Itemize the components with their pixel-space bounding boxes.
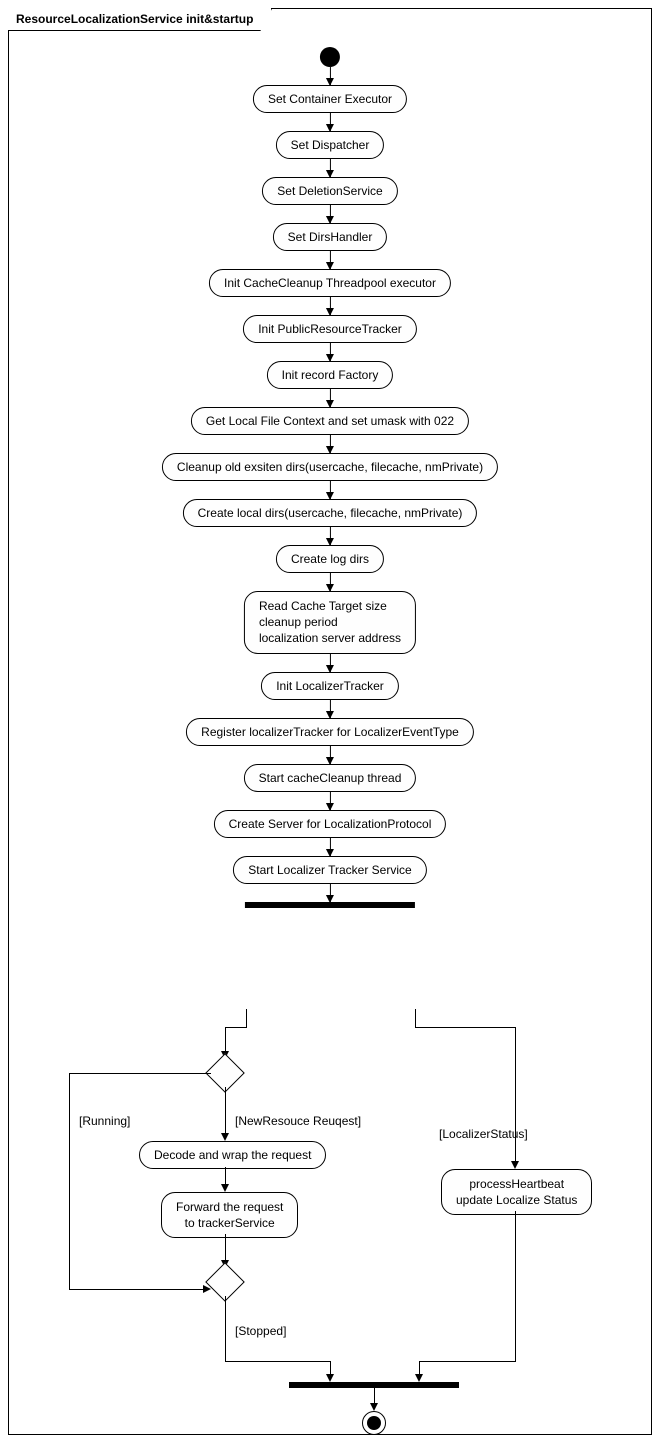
guard-localizer-status: [LocalizerStatus] [439,1127,528,1141]
arrowhead-icon [221,1133,229,1141]
flow-arrow [330,481,331,499]
flow-arrow [330,838,331,856]
flow-line [225,1027,226,1052]
flow-line [225,1234,226,1261]
flow-line [225,1087,226,1134]
flow-arrow [330,159,331,177]
activity-cleanup-old-dirs: Cleanup old exsiten dirs(usercache, file… [162,453,498,481]
flow-line [246,1009,247,1027]
flow-arrow [330,746,331,764]
flow-line [225,1296,226,1361]
flow-arrow [330,435,331,453]
flow-arrow [330,113,331,131]
decision-node [211,1059,239,1087]
flow-arrow [330,700,331,718]
activity-create-log-dirs: Create log dirs [276,545,384,573]
frame-title: ResourceLocalizationService init&startup [8,8,272,31]
flow-arrow [330,527,331,545]
activity-init-localizer-tracker: Init LocalizerTracker [261,672,399,700]
final-node [362,1411,386,1435]
flow-line [515,1027,516,1162]
guard-stopped: [Stopped] [235,1324,286,1338]
flow-line [419,1361,516,1362]
activity-decode-request: Decode and wrap the request [139,1141,326,1169]
initial-node [320,47,340,67]
flow-line [374,1388,375,1404]
activity-get-local-file-context: Get Local File Context and set umask wit… [191,407,469,435]
flow-arrow [330,654,331,672]
arrowhead-icon [221,1184,229,1192]
flow-line [330,1361,331,1375]
activity-forward-request: Forward the request to trackerService [161,1192,298,1238]
activity-set-container-executor: Set Container Executor [253,85,407,113]
flow-arrow [330,389,331,407]
flow-line [69,1073,70,1289]
activity-set-dispatcher: Set Dispatcher [276,131,385,159]
flow-arrow [330,205,331,223]
flow-line [225,1167,226,1185]
arrowhead-icon [203,1285,211,1293]
flow-arrow [330,792,331,810]
activity-start-localizer-tracker-service: Start Localizer Tracker Service [233,856,426,884]
flow-arrow [330,884,331,902]
arrowhead-icon [370,1403,378,1411]
flow-arrow [330,297,331,315]
flow-line [415,1009,416,1027]
flow-arrow [330,343,331,361]
activity-read-cache-config: Read Cache Target size cleanup period lo… [244,591,416,654]
flow-arrow [330,251,331,269]
activity-process-heartbeat: processHeartbeat update Localize Status [441,1169,592,1215]
activity-start-cache-cleanup-thread: Start cacheCleanup thread [244,764,417,792]
arrowhead-icon [415,1374,423,1382]
activity-create-localization-server: Create Server for LocalizationProtocol [214,810,447,838]
diagram-frame: ResourceLocalizationService init&startup… [8,8,652,1435]
flow-arrow [330,573,331,591]
arrowhead-icon [326,1374,334,1382]
activity-create-local-dirs: Create local dirs(usercache, filecache, … [183,499,478,527]
flow-arrow [330,67,331,85]
flow-line [415,1027,515,1028]
activity-set-dirs-handler: Set DirsHandler [273,223,388,251]
flow-line [515,1211,516,1361]
guard-running: [Running] [79,1114,130,1128]
flow-line [419,1361,420,1375]
activity-init-cache-cleanup-pool: Init CacheCleanup Threadpool executor [209,269,451,297]
merge-node [211,1268,239,1296]
activity-init-public-resource-tracker: Init PublicResourceTracker [243,315,417,343]
flow-line [69,1073,211,1074]
flow-line [225,1361,330,1362]
flow-line [225,1027,247,1028]
arrowhead-icon [511,1161,519,1169]
flow-line [69,1289,205,1290]
activity-register-localizer-tracker: Register localizerTracker for LocalizerE… [186,718,474,746]
activity-set-deletion-service: Set DeletionService [262,177,397,205]
guard-new-request: [NewResouce Reuqest] [235,1114,361,1128]
activity-init-record-factory: Init record Factory [267,361,394,389]
